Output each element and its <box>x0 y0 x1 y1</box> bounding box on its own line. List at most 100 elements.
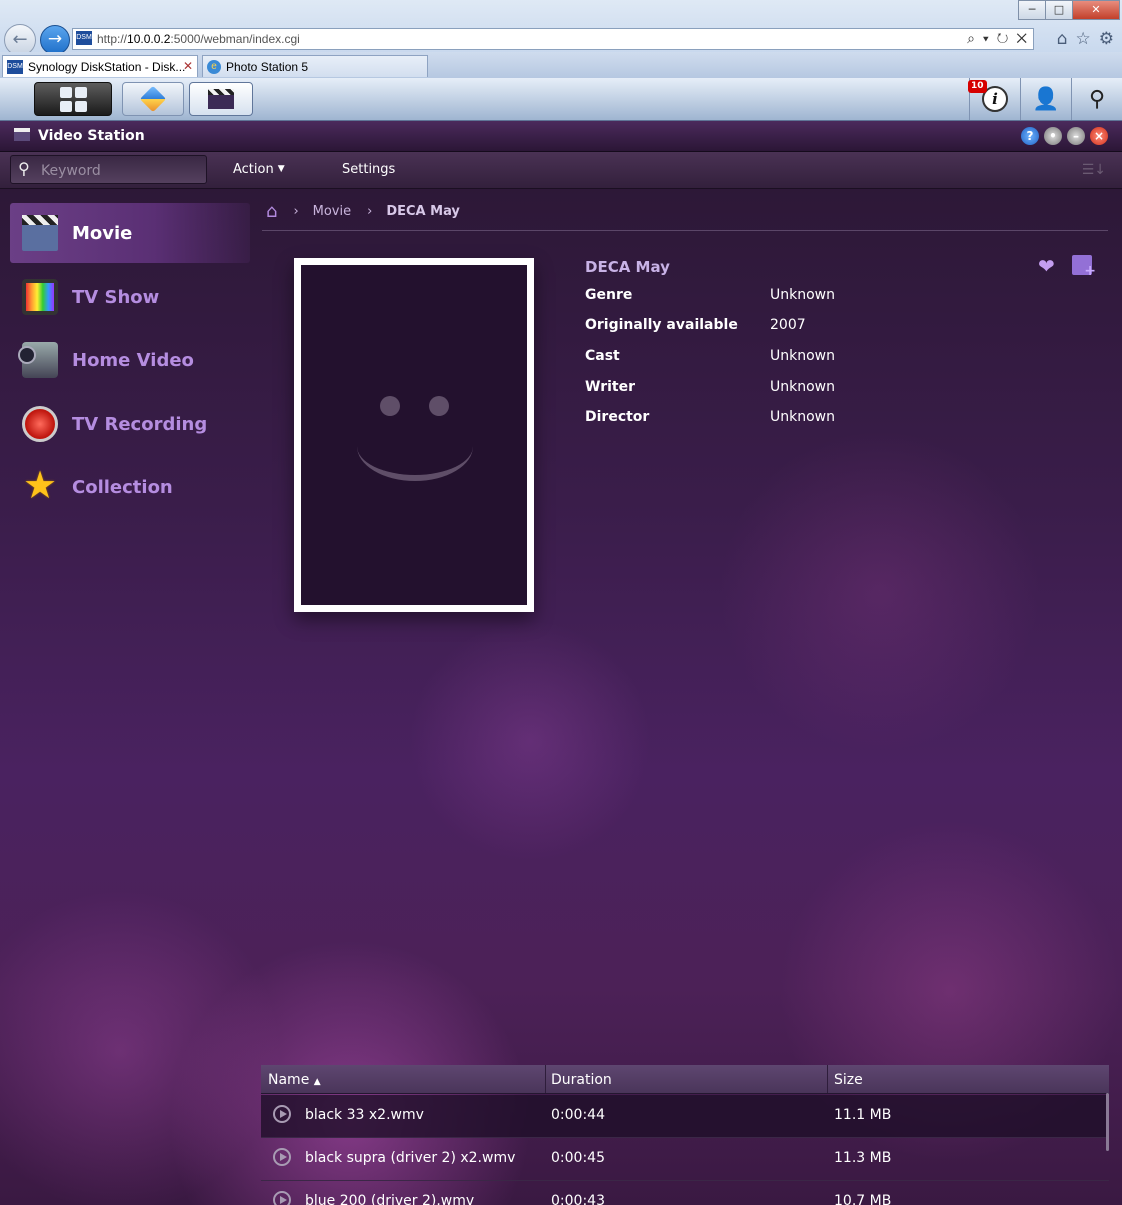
action-label: Action <box>233 162 274 177</box>
add-to-favorites-heart-icon[interactable]: ❤ <box>1038 254 1055 278</box>
gear-icon[interactable]: ⚙ <box>1099 29 1114 49</box>
sidebar-item-label: Home Video <box>72 349 194 371</box>
address-url[interactable]: http://10.0.0.2:5000/webman/index.cgi <box>97 32 300 46</box>
sort-icon[interactable]: ☰↓ <box>1082 162 1106 178</box>
info-value: Unknown <box>770 287 835 303</box>
browser-tools: ⌂ ☆ ⚙ <box>1057 29 1114 49</box>
notifications-button[interactable]: i 10 <box>968 78 1020 120</box>
window-controls: ─ □ ✕ <box>1018 0 1120 20</box>
forward-button[interactable]: → <box>40 25 70 55</box>
info-value: Unknown <box>770 409 835 425</box>
file-name: blue 200 (driver 2).wmv <box>305 1193 475 1205</box>
info-key: Cast <box>585 348 620 364</box>
close-tab-icon[interactable]: ✕ <box>183 59 193 73</box>
movie-poster[interactable] <box>294 258 534 612</box>
video-station-app-icon <box>14 128 30 141</box>
minimize-window-button[interactable]: ─ <box>1018 0 1046 20</box>
smiley-mouth <box>357 405 473 481</box>
user-menu-button[interactable]: 👤 <box>1020 78 1071 120</box>
dsm-favicon-icon: DSM <box>76 31 92 45</box>
video-station-taskbar-button[interactable] <box>189 82 253 116</box>
breadcrumb-current: DECA May <box>386 204 460 219</box>
pin-button[interactable]: • <box>1044 127 1062 145</box>
breadcrumb: ⌂ › Movie › DECA May <box>266 201 460 222</box>
breadcrumb-separator-icon: › <box>293 204 299 219</box>
breadcrumb-separator-icon: › <box>367 204 373 219</box>
minimize-app-button[interactable]: – <box>1067 127 1085 145</box>
tab-label: Synology DiskStation - Disk... <box>28 59 186 74</box>
table-row[interactable]: black 33 x2.wmv 0:00:44 11.1 MB <box>261 1095 1109 1138</box>
stop-icon[interactable]: ✕ <box>1016 30 1029 46</box>
search-taskbar-button[interactable]: ⚲ <box>1071 78 1122 120</box>
column-header-duration[interactable]: Duration <box>551 1072 612 1088</box>
search-icon: ⚲ <box>1088 86 1106 112</box>
ie-tab-icon: e <box>207 59 221 74</box>
add-to-playlist-icon[interactable] <box>1072 255 1096 279</box>
favorites-star-icon[interactable]: ☆ <box>1076 29 1091 49</box>
close-window-button[interactable]: ✕ <box>1072 0 1120 20</box>
column-divider[interactable] <box>545 1065 546 1093</box>
user-icon: 👤 <box>1032 86 1060 112</box>
file-size: 11.3 MB <box>834 1150 892 1166</box>
browser-tab-bar: DSM Synology DiskStation - Disk... ✕ e P… <box>0 52 1122 78</box>
column-header-name[interactable]: Name ▲ <box>268 1072 321 1088</box>
play-icon[interactable] <box>273 1148 291 1166</box>
sidebar-item-label: Collection <box>72 476 173 498</box>
play-icon[interactable] <box>273 1105 291 1123</box>
info-icon: i 10 <box>968 80 1008 112</box>
column-header-size[interactable]: Size <box>834 1072 863 1088</box>
file-name: black supra (driver 2) x2.wmv <box>305 1150 516 1166</box>
photo-station-taskbar-button[interactable] <box>122 82 184 116</box>
tab-synology-diskstation[interactable]: DSM Synology DiskStation - Disk... ✕ <box>2 55 198 77</box>
breadcrumb-movie[interactable]: Movie <box>313 204 351 219</box>
maximize-window-button[interactable]: □ <box>1045 0 1073 20</box>
sidebar-item-movie[interactable]: Movie <box>10 203 250 263</box>
app-titlebar[interactable]: Video Station ? • – × <box>0 121 1122 152</box>
home-video-camera-icon <box>18 342 58 378</box>
sort-ascending-icon: ▲ <box>313 1077 321 1087</box>
scrollbar[interactable] <box>1106 1093 1109 1151</box>
movie-title: DECA May <box>585 258 670 276</box>
home-icon[interactable]: ⌂ <box>1057 29 1068 49</box>
column-divider[interactable] <box>827 1065 828 1093</box>
address-bar[interactable]: DSM http://10.0.0.2:5000/webman/index.cg… <box>72 28 1034 50</box>
app-toolbar: ⚲ Action▼ Settings ☰↓ <box>0 152 1122 189</box>
collection-star-icon: ★ <box>22 463 58 507</box>
app-title: Video Station <box>38 128 145 144</box>
action-menu-button[interactable]: Action ▼ <box>233 162 285 177</box>
main-menu-icon <box>59 86 87 112</box>
video-station-icon <box>208 89 234 109</box>
sidebar-item-home-video[interactable]: Home Video <box>10 330 250 390</box>
sidebar-item-tv-recording[interactable]: TV Recording <box>10 394 250 454</box>
info-value: Unknown <box>770 348 835 364</box>
keyword-search-input[interactable] <box>39 160 203 182</box>
browser-chrome: ─ □ ✕ ← → DSM http://10.0.0.2:5000/webma… <box>0 0 1122 56</box>
sidebar-item-tv-show[interactable]: TV Show <box>10 267 250 327</box>
table-row[interactable]: black supra (driver 2) x2.wmv 0:00:45 11… <box>261 1138 1109 1181</box>
tv-show-icon <box>22 279 58 315</box>
video-station-window: Video Station ? • – × ⚲ Action▼ Settings… <box>0 121 1122 1205</box>
photo-station-icon <box>139 85 167 113</box>
refresh-icon[interactable]: ↻ <box>997 30 1011 46</box>
home-icon[interactable]: ⌂ <box>266 201 277 222</box>
close-app-button[interactable]: × <box>1090 127 1108 145</box>
main-menu-button[interactable] <box>34 82 112 116</box>
sidebar-item-label: TV Show <box>72 286 160 308</box>
file-duration: 0:00:43 <box>551 1193 605 1205</box>
info-key: Originally available <box>585 317 738 333</box>
tab-photo-station[interactable]: e Photo Station 5 <box>202 55 428 77</box>
table-header: Name ▲ Duration Size <box>261 1065 1109 1094</box>
info-value: Unknown <box>770 379 835 395</box>
taskbar-right: i 10 👤 ⚲ <box>968 78 1122 120</box>
dsm-tab-icon: DSM <box>7 59 23 74</box>
search-box: ⚲ <box>10 155 207 184</box>
info-value: 2007 <box>770 317 806 333</box>
settings-button[interactable]: Settings <box>342 162 395 177</box>
tab-label: Photo Station 5 <box>226 59 309 74</box>
play-icon[interactable] <box>273 1191 291 1205</box>
help-button[interactable]: ? <box>1021 127 1039 145</box>
dropdown-icon[interactable]: ▾ <box>983 30 991 46</box>
table-row[interactable]: blue 200 (driver 2).wmv 0:00:43 10.7 MB <box>261 1181 1109 1205</box>
sidebar-item-collection[interactable]: ★ Collection <box>10 457 250 517</box>
search-address-icon[interactable]: ⌕ <box>967 30 977 46</box>
